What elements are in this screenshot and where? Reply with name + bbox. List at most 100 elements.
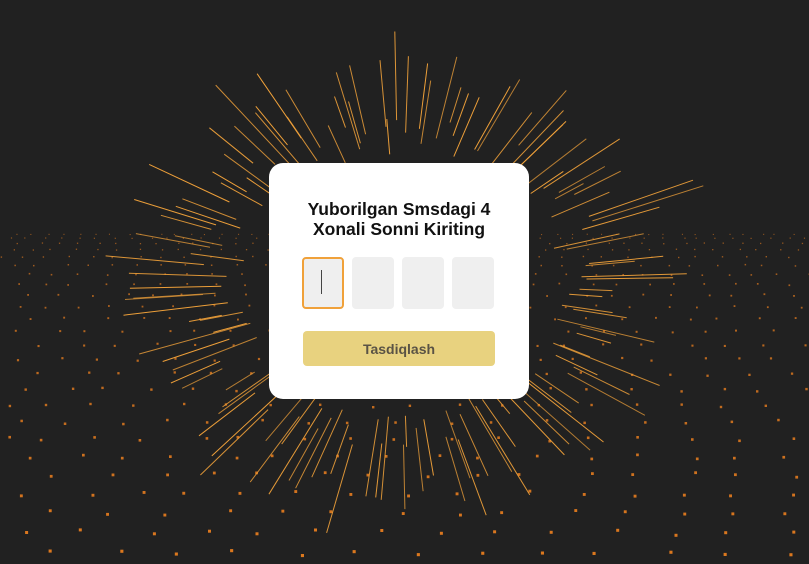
confirm-button[interactable]: Tasdiqlash bbox=[303, 331, 495, 366]
particle-dot bbox=[141, 305, 144, 308]
particle-dot bbox=[788, 284, 791, 287]
particle-dot bbox=[238, 491, 242, 495]
particle-dot bbox=[789, 553, 793, 557]
otp-digit-1[interactable] bbox=[302, 257, 344, 309]
particle-dot bbox=[139, 248, 142, 250]
particle-dot bbox=[80, 233, 82, 235]
particle-dot bbox=[439, 531, 443, 535]
particle-dot bbox=[203, 234, 205, 236]
text-cursor bbox=[321, 270, 322, 294]
burst-line bbox=[403, 444, 406, 510]
particle-dot bbox=[407, 494, 410, 498]
particle-dot bbox=[142, 491, 146, 494]
otp-digit-4[interactable] bbox=[452, 257, 494, 309]
particle-dot bbox=[633, 494, 637, 498]
particle-dot bbox=[194, 343, 197, 346]
particle-dot bbox=[756, 283, 759, 285]
particle-dot bbox=[106, 274, 109, 276]
particle-dot bbox=[723, 552, 727, 556]
burst-line bbox=[255, 105, 288, 146]
particle-dot bbox=[641, 242, 643, 244]
particle-dot bbox=[281, 509, 285, 513]
particle-dot bbox=[214, 294, 216, 297]
particle-dot bbox=[95, 358, 98, 361]
particle-dot bbox=[529, 306, 532, 309]
particle-dot bbox=[724, 531, 728, 535]
particle-dot bbox=[174, 552, 178, 556]
particle-dot bbox=[640, 264, 642, 267]
particle-dot bbox=[585, 242, 587, 244]
burst-line bbox=[327, 125, 346, 164]
particle-dot bbox=[649, 283, 651, 286]
particle-dot bbox=[600, 256, 602, 258]
particle-dot bbox=[139, 243, 142, 245]
particle-dot bbox=[245, 293, 247, 296]
burst-line bbox=[234, 125, 276, 165]
particle-dot bbox=[775, 273, 778, 275]
particle-dot bbox=[160, 264, 162, 266]
particle-dot bbox=[93, 436, 96, 439]
particle-dot bbox=[329, 510, 333, 514]
otp-digit-3[interactable] bbox=[402, 257, 444, 309]
particle-dot bbox=[621, 356, 624, 360]
particle-dot bbox=[565, 273, 568, 276]
particle-dot bbox=[764, 404, 767, 407]
particle-dot bbox=[143, 317, 146, 319]
particle-dot bbox=[694, 248, 696, 251]
burst-line bbox=[170, 360, 221, 384]
particle-dot bbox=[541, 234, 543, 236]
particle-dot bbox=[797, 249, 800, 251]
particle-dot bbox=[29, 318, 32, 320]
particle-dot bbox=[237, 318, 239, 321]
particle-dot bbox=[591, 472, 594, 475]
page-background: Yuborilgan Smsdagi 4 Xonali Sonni Kiriti… bbox=[0, 0, 809, 564]
particle-dot bbox=[173, 233, 175, 235]
particle-dot bbox=[323, 471, 327, 475]
particle-dot bbox=[722, 242, 724, 244]
particle-dot bbox=[213, 359, 216, 362]
particle-dot bbox=[795, 475, 799, 479]
particle-dot bbox=[95, 233, 97, 235]
particle-dot bbox=[63, 316, 66, 319]
particle-dot bbox=[252, 255, 254, 258]
particle-dot bbox=[628, 249, 630, 251]
particle-dot bbox=[631, 473, 635, 476]
particle-dot bbox=[394, 421, 397, 424]
particle-dot bbox=[534, 273, 537, 275]
particle-dot bbox=[756, 390, 759, 393]
particle-dot bbox=[731, 512, 735, 516]
burst-line bbox=[174, 235, 223, 246]
particle-dot bbox=[8, 435, 11, 439]
particle-dot bbox=[675, 248, 678, 250]
particle-dot bbox=[497, 436, 500, 439]
particle-dot bbox=[703, 283, 706, 285]
burst-line bbox=[386, 119, 391, 155]
particle-dot bbox=[186, 283, 189, 285]
particle-dot bbox=[24, 388, 27, 391]
burst-line bbox=[375, 443, 383, 498]
particle-dot bbox=[25, 531, 29, 534]
particle-dot bbox=[257, 357, 261, 361]
particle-dot bbox=[42, 256, 45, 258]
particle-dot bbox=[608, 242, 610, 244]
particle-dot bbox=[16, 242, 18, 245]
particle-dot bbox=[48, 549, 52, 553]
burst-line bbox=[160, 214, 212, 230]
particle-dot bbox=[669, 550, 673, 554]
burst-line bbox=[198, 392, 256, 437]
particle-dot bbox=[792, 530, 796, 534]
particle-dot bbox=[169, 330, 172, 333]
burst-line bbox=[530, 170, 564, 194]
particle-dot bbox=[708, 294, 711, 297]
particle-dot bbox=[592, 237, 594, 239]
particle-dot bbox=[612, 264, 615, 267]
particle-dot bbox=[635, 330, 638, 333]
burst-line bbox=[139, 322, 251, 355]
particle-dot bbox=[742, 242, 744, 244]
otp-digit-2[interactable] bbox=[352, 257, 394, 309]
particle-dot bbox=[758, 317, 761, 320]
particle-dot bbox=[793, 233, 795, 235]
particle-dot bbox=[663, 243, 665, 245]
particle-dot bbox=[704, 330, 707, 333]
particle-dot bbox=[590, 403, 593, 407]
